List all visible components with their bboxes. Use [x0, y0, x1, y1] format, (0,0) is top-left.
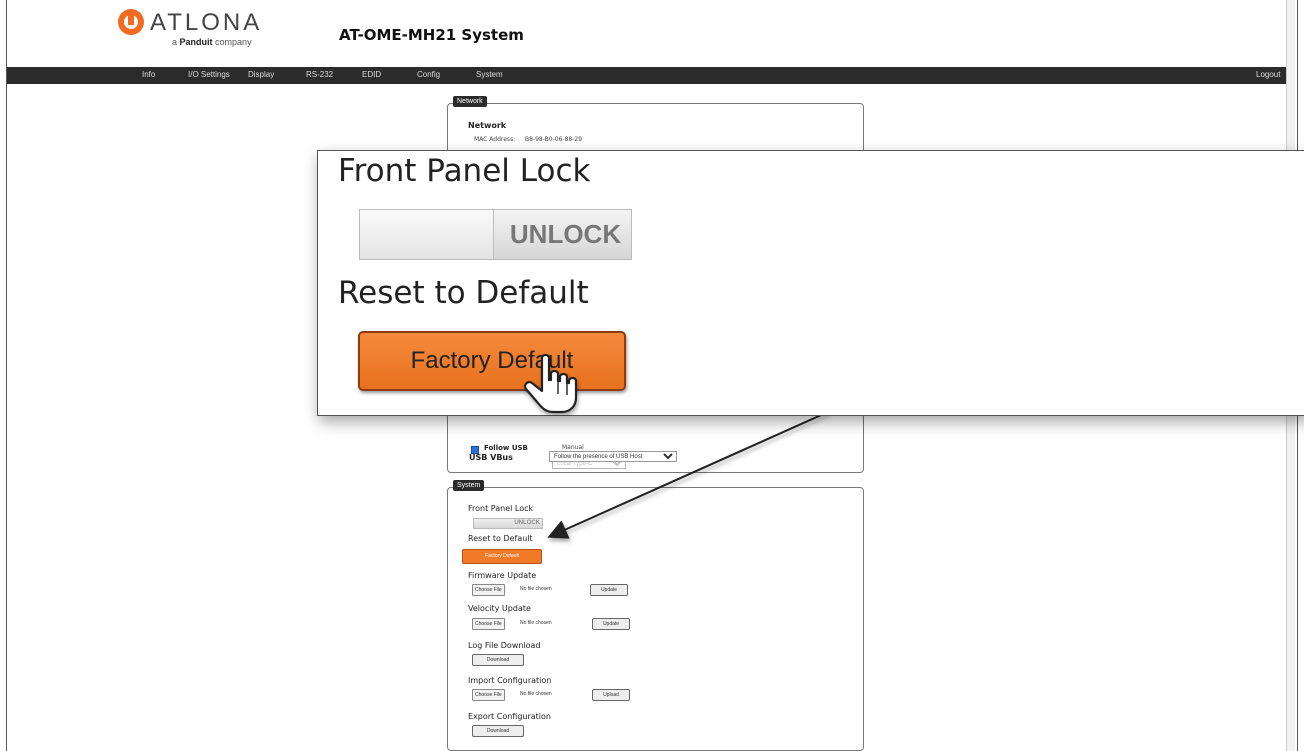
- zoom-front-panel-lock-label: Front Panel Lock: [338, 153, 591, 189]
- zoom-front-panel-lock-toggle[interactable]: UNLOCK: [359, 209, 632, 260]
- zoom-reset-to-default-label: Reset to Default: [338, 275, 589, 311]
- toggle-knob: [360, 210, 494, 259]
- zoom-callout: Front Panel Lock UNLOCK Reset to Default…: [317, 150, 1304, 416]
- zoom-unlock-text: UNLOCK: [509, 219, 622, 249]
- hand-pointer-icon: [524, 354, 578, 414]
